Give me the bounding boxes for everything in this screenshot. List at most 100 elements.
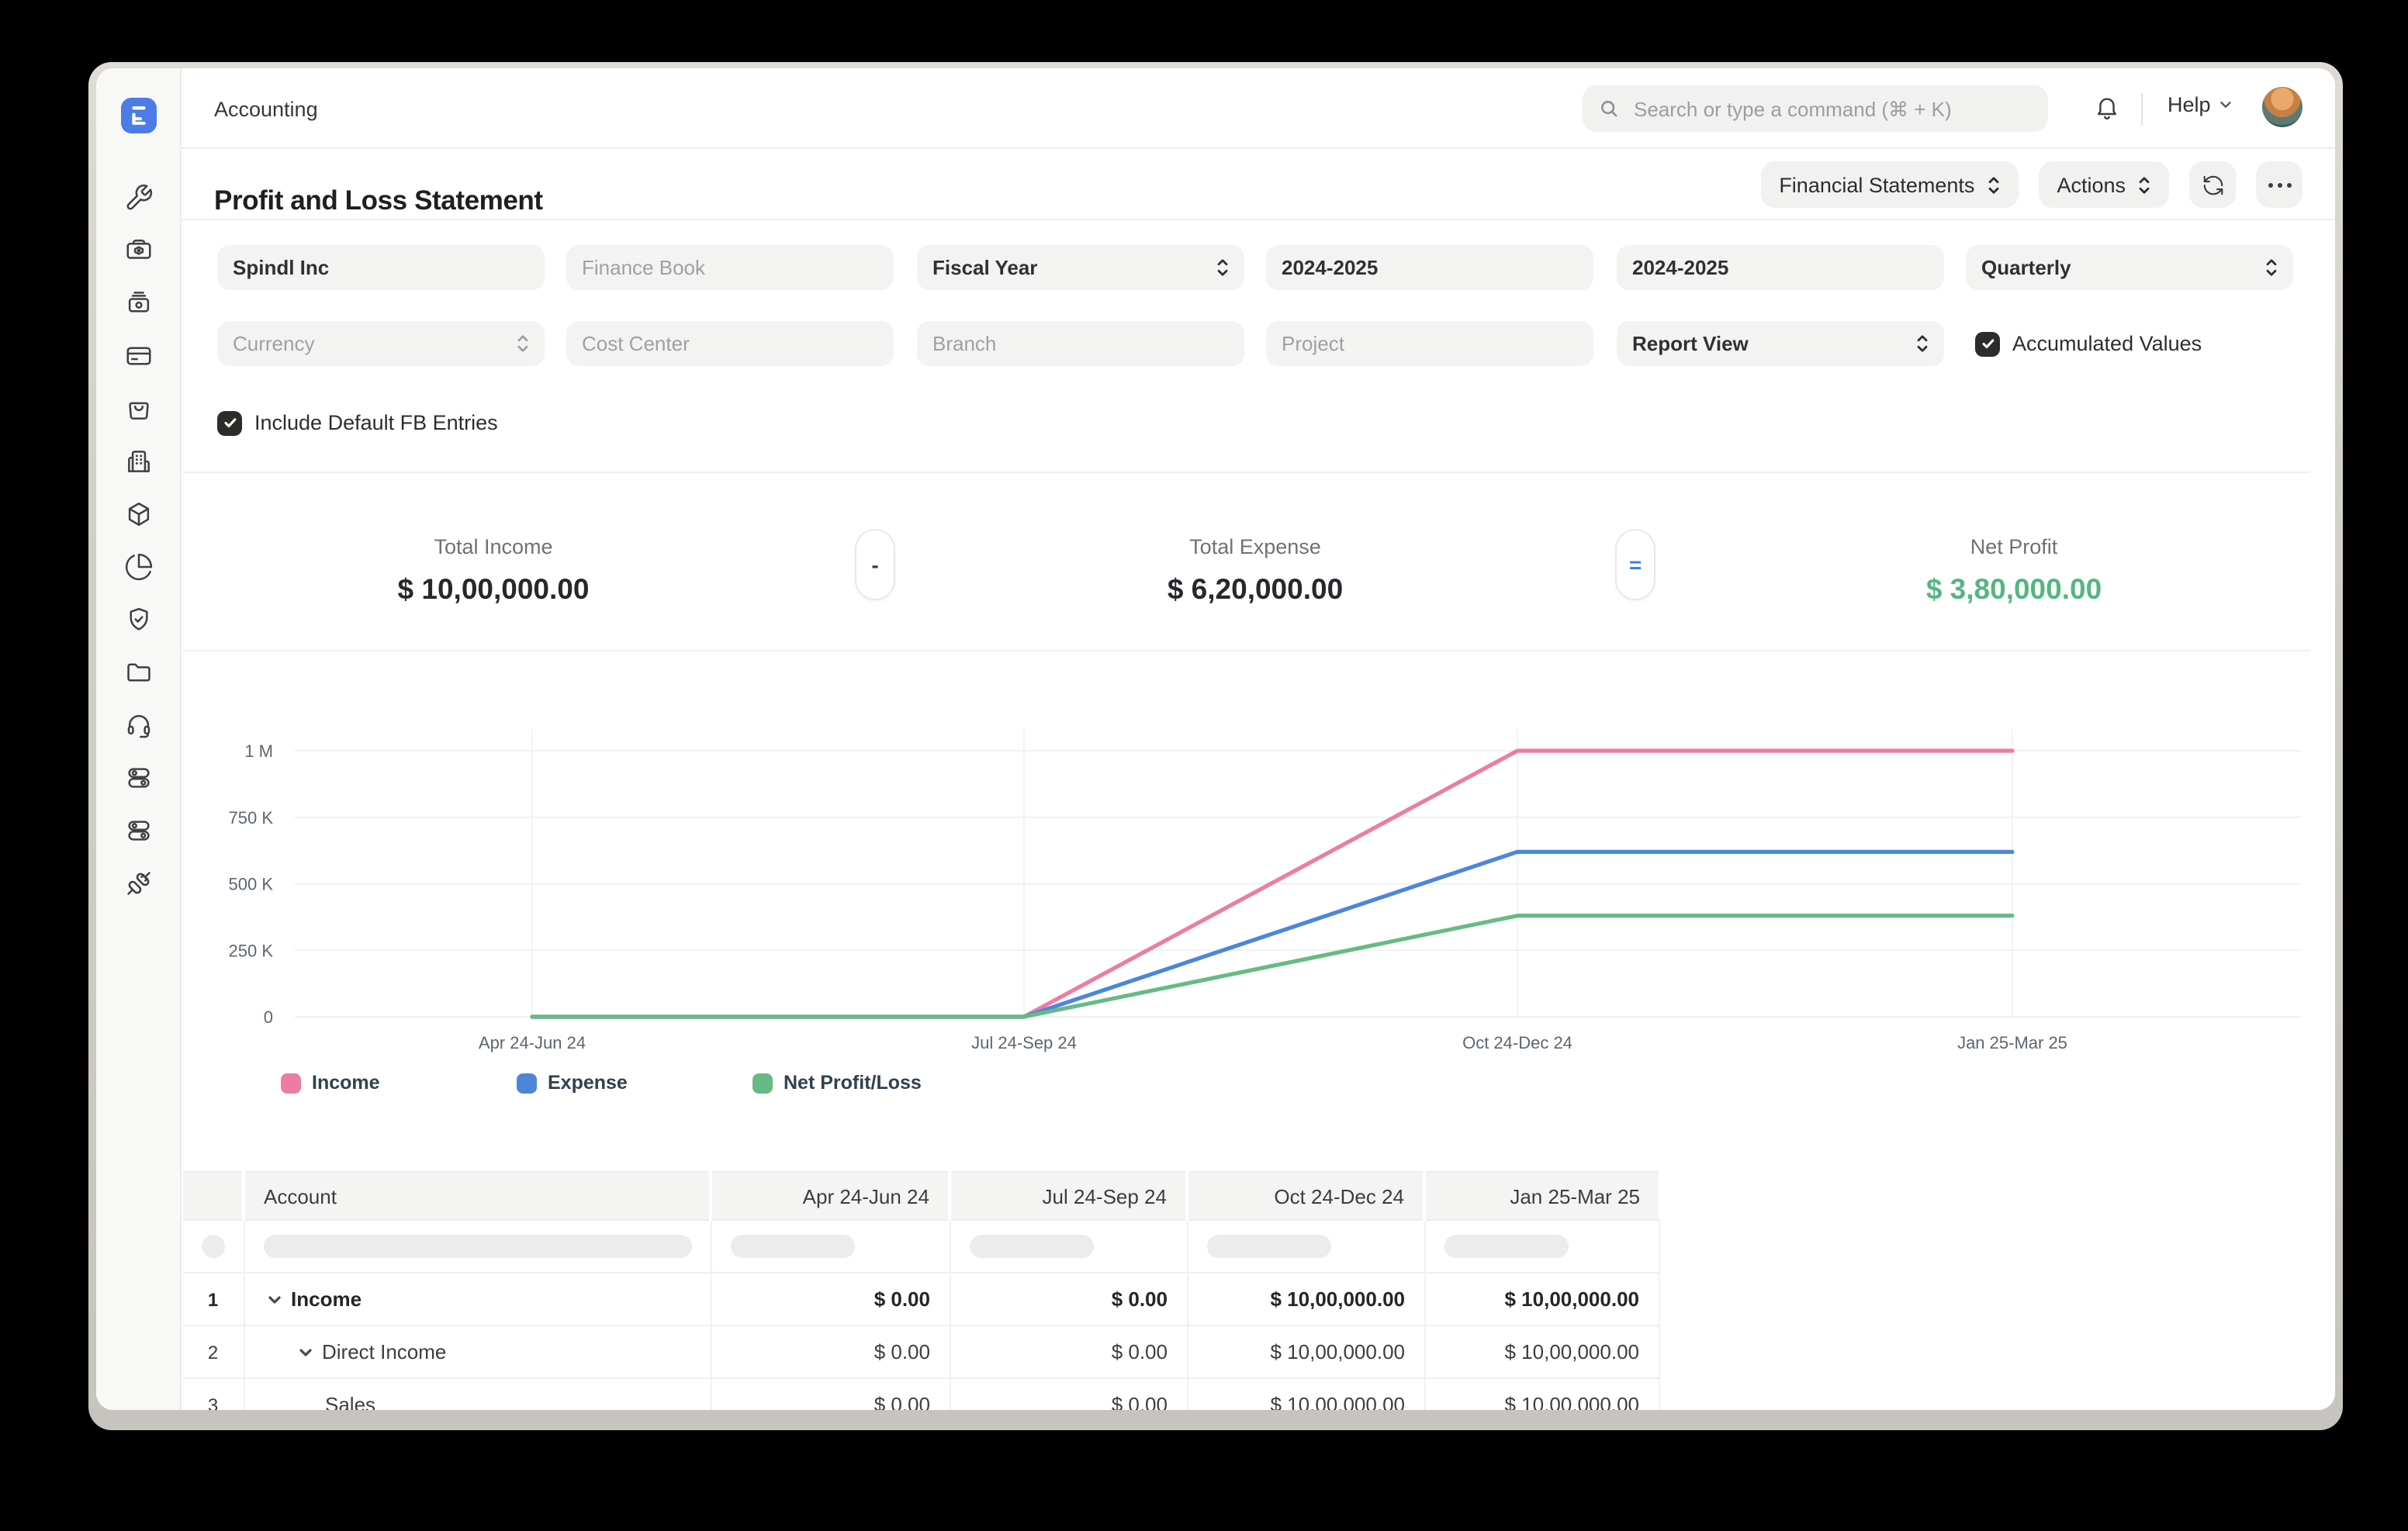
report-group-label: Financial Statements: [1779, 173, 1974, 196]
profit-loss-chart: 0250 K500 K750 K1 MApr 24-Jun 24Jul 24-S…: [182, 664, 2335, 1067]
titlebar: Profit and Loss Statement Financial Stat…: [182, 149, 2335, 220]
q4-filter-input[interactable]: [1424, 1220, 1659, 1273]
svg-text:Oct 24-Dec 24: Oct 24-Dec 24: [1462, 1033, 1572, 1052]
organization-icon[interactable]: [121, 445, 155, 476]
account-header[interactable]: Account: [244, 1172, 711, 1220]
value-cell: $ 0.00: [950, 1325, 1187, 1378]
value-cell: $ 0.00: [950, 1378, 1187, 1410]
toggles-icon[interactable]: [121, 762, 155, 793]
support-headset-icon[interactable]: [121, 709, 155, 740]
value-cell: $ 10,00,000.00: [1424, 1378, 1659, 1410]
toggles-icon[interactable]: [121, 814, 155, 845]
chevron-down-icon: [2217, 96, 2234, 113]
cash-register-icon[interactable]: [121, 287, 155, 318]
value-cell: $ 0.00: [950, 1273, 1187, 1325]
row-number: 2: [183, 1325, 244, 1378]
collapse-chevron-icon[interactable]: [297, 1344, 313, 1360]
currency-select[interactable]: Currency: [217, 321, 545, 366]
cost-center-filter[interactable]: Cost Center: [566, 321, 894, 366]
income-swatch-icon: [281, 1073, 301, 1093]
app-title: Accounting: [214, 98, 318, 121]
account-cell[interactable]: Sales: [244, 1378, 711, 1410]
net-profit-summary: Net Profit $ 3,80,000.00: [1926, 535, 2102, 607]
total-expense-summary: Total Expense $ 6,20,000.00: [1168, 535, 1343, 607]
payments-icon[interactable]: [121, 234, 155, 265]
value-cell: $ 10,00,000.00: [1187, 1325, 1424, 1378]
rownum-filter-cell[interactable]: [183, 1220, 244, 1273]
refresh-button[interactable]: [2189, 161, 2236, 208]
equals-operator: =: [1615, 529, 1656, 600]
topbar: Accounting Help: [182, 68, 2335, 149]
folder-icon[interactable]: [121, 656, 155, 687]
project-filter[interactable]: Project: [1266, 321, 1593, 366]
periodicity-select[interactable]: Quarterly: [1966, 245, 2293, 290]
table-row: 3 Sales $ 0.00 $ 0.00 $ 10,00,000.00 $ 1…: [183, 1378, 1659, 1410]
shopping-bag-icon[interactable]: [121, 392, 155, 423]
branch-filter[interactable]: Branch: [917, 321, 1244, 366]
actions-label: Actions: [2057, 173, 2126, 196]
table-row: 2 Direct Income $ 0.00 $ 0.00 $ 10,00,00…: [183, 1325, 1659, 1378]
legend-item-expense: Expense: [517, 1072, 628, 1094]
app-logo-icon[interactable]: [120, 98, 156, 133]
package-icon[interactable]: [121, 498, 155, 529]
app-window: Accounting Help Profit and Loss Statemen…: [96, 68, 2335, 1410]
period-basis-select[interactable]: Fiscal Year: [917, 245, 1244, 290]
q1-filter-input[interactable]: [711, 1220, 950, 1273]
include-default-fb-checkbox[interactable]: Include Default FB Entries: [217, 400, 498, 445]
checkbox-checked-icon: [1975, 331, 2000, 356]
end-year-filter[interactable]: 2024-2025: [1617, 245, 1944, 290]
table-header-row: Account Apr 24-Jun 24 Jul 24-Sep 24 Oct …: [183, 1172, 1659, 1220]
svg-text:750 K: 750 K: [229, 808, 274, 828]
select-caret-icon: [2138, 175, 2150, 195]
report-view-select[interactable]: Report View: [1617, 321, 1944, 366]
screen: Accounting Help Profit and Loss Statemen…: [0, 0, 2408, 1531]
row-number: 1: [183, 1273, 244, 1325]
select-caret-icon: [1216, 257, 1229, 278]
net-profit-swatch-icon: [752, 1073, 773, 1093]
svg-text:Apr 24-Jun 24: Apr 24-Jun 24: [479, 1033, 586, 1052]
search-bar[interactable]: [1583, 85, 2048, 132]
value-cell: $ 0.00: [711, 1378, 950, 1410]
account-cell[interactable]: Income: [244, 1273, 711, 1325]
icon-sidebar: [96, 68, 182, 1410]
q2-header[interactable]: Jul 24-Sep 24: [950, 1172, 1187, 1220]
svg-text:1 M: 1 M: [244, 741, 273, 761]
total-income-summary: Total Income $ 10,00,000.00: [398, 535, 590, 607]
tools-icon[interactable]: [121, 181, 155, 213]
company-filter[interactable]: Spindl Inc: [217, 245, 545, 290]
svg-text:Jan 25-Mar 25: Jan 25-Mar 25: [1957, 1033, 2067, 1052]
finance-book-filter[interactable]: Finance Book: [566, 245, 894, 290]
collapse-chevron-icon[interactable]: [266, 1291, 282, 1307]
notifications-button[interactable]: [2087, 87, 2127, 127]
search-input[interactable]: [1631, 95, 2033, 122]
account-cell[interactable]: Direct Income: [244, 1325, 711, 1378]
start-year-filter[interactable]: 2024-2025: [1266, 245, 1593, 290]
summary-strip: Total Income $ 10,00,000.00 - Total Expe…: [183, 472, 2310, 651]
table-filter-row: [183, 1220, 1659, 1273]
accumulated-values-checkbox[interactable]: Accumulated Values: [1975, 321, 2202, 366]
main-area: Accounting Help Profit and Loss Statemen…: [182, 68, 2335, 1410]
report-group-dropdown[interactable]: Financial Statements: [1760, 161, 2018, 208]
pie-chart-icon[interactable]: [121, 551, 155, 582]
checkbox-checked-icon: [217, 410, 242, 435]
card-icon[interactable]: [121, 340, 155, 371]
q3-header[interactable]: Oct 24-Dec 24: [1187, 1172, 1424, 1220]
help-label: Help: [2168, 93, 2211, 116]
q2-filter-input[interactable]: [950, 1220, 1187, 1273]
more-options-button[interactable]: [2256, 161, 2302, 208]
value-cell: $ 0.00: [711, 1325, 950, 1378]
topbar-divider: [2141, 93, 2143, 126]
q1-header[interactable]: Apr 24-Jun 24: [711, 1172, 950, 1220]
shield-check-icon[interactable]: [121, 603, 155, 634]
help-menu[interactable]: Help: [2168, 93, 2234, 116]
select-caret-icon: [1987, 175, 1999, 195]
legend-item-net-profit: Net Profit/Loss: [752, 1072, 922, 1094]
actions-dropdown[interactable]: Actions: [2038, 161, 2169, 208]
user-avatar[interactable]: [2262, 87, 2302, 127]
q3-filter-input[interactable]: [1187, 1220, 1424, 1273]
svg-text:0: 0: [264, 1007, 273, 1027]
plug-icon[interactable]: [121, 867, 155, 898]
account-filter-input[interactable]: [244, 1220, 711, 1273]
page-title: Profit and Loss Statement: [214, 184, 543, 216]
q4-header[interactable]: Jan 25-Mar 25: [1424, 1172, 1659, 1220]
